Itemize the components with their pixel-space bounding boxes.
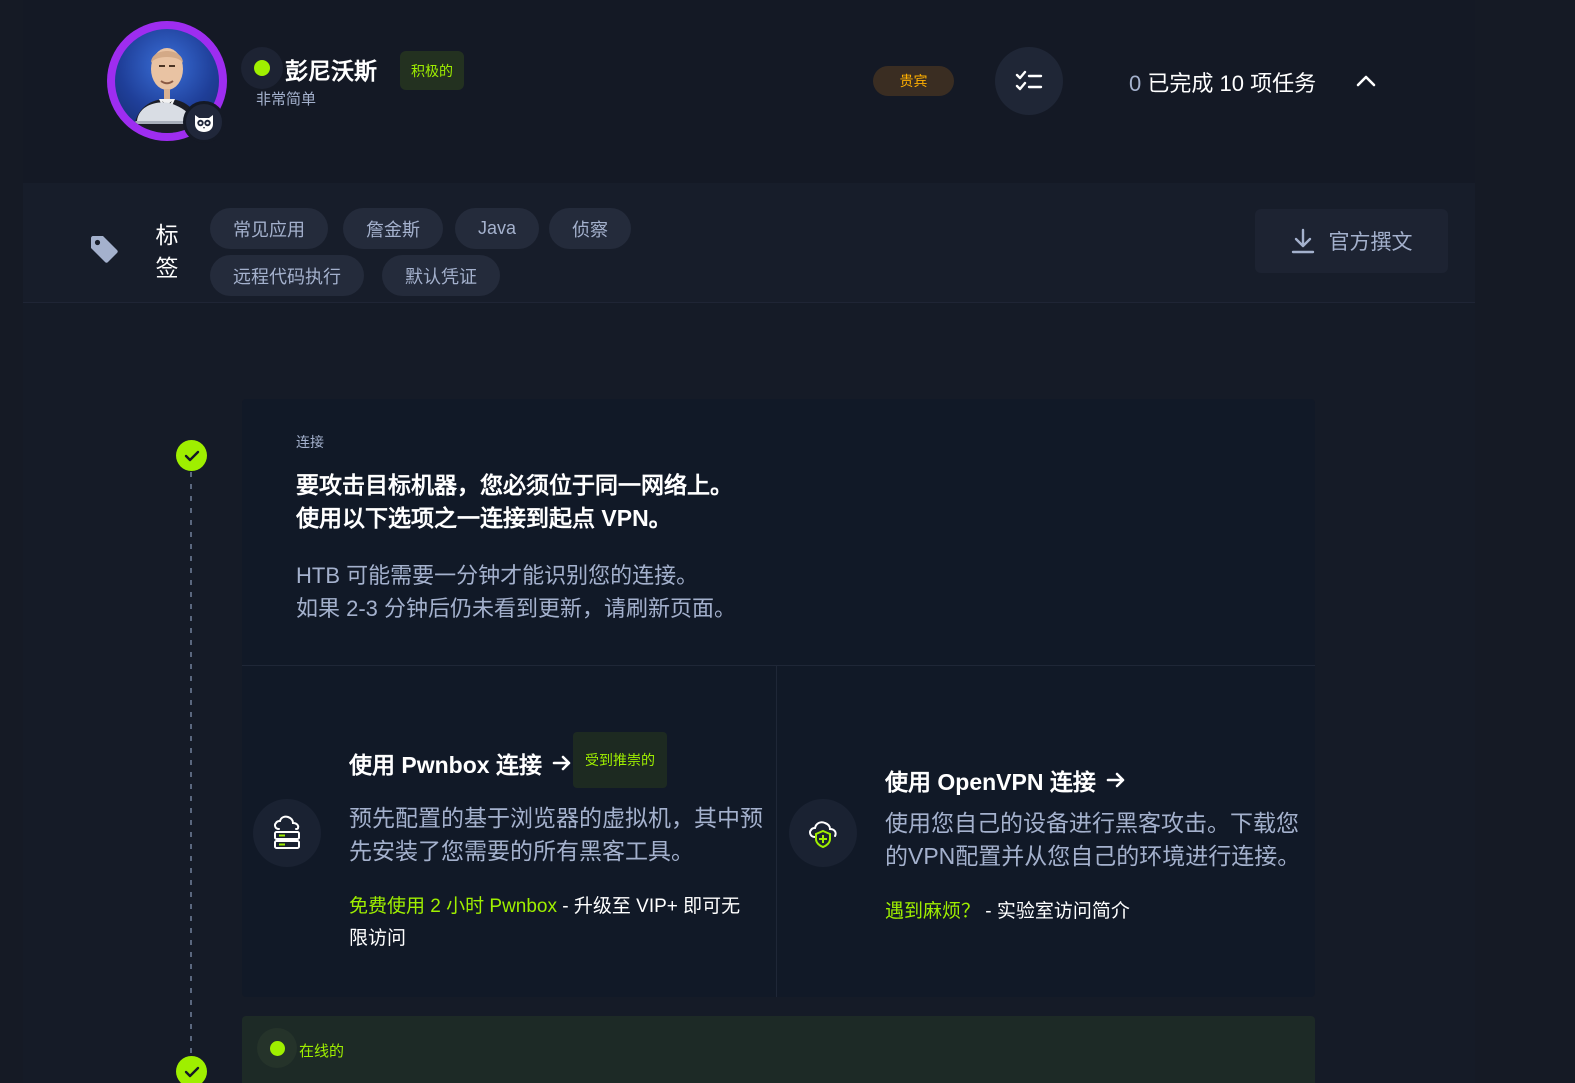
tag-pill[interactable]: 常见应用 [210, 208, 328, 249]
pwnbox-upgrade-text: - 升级至 VIP+ 即可无 [557, 896, 741, 917]
owl-icon [195, 115, 213, 132]
machine-header: 彭尼沃斯 非常简单 积极的 贵宾 0 已完成 10 项任务 [23, 0, 1475, 183]
owl-badge [183, 101, 225, 143]
check-icon [184, 450, 199, 461]
status-dot [254, 60, 270, 76]
official-writeup-label: 官方撰文 [1328, 231, 1413, 254]
status-indicator [241, 47, 283, 89]
lab-access-intro-link[interactable]: - 实验室访问简介 [980, 901, 1130, 922]
tags-row: 标签 常见应用 詹金斯 Java 侦察 远程代码执行 默认凭证 官方撰文 [23, 183, 1475, 303]
pwnbox-description: 预先配置的基于浏览器的虚拟机，其中预 先安装了您需要的所有黑客工具。 [349, 802, 769, 868]
check-icon [184, 1066, 199, 1077]
connect-title: 要攻击目标机器，您必须位于同一网络上。 使用以下选项之一连接到起点 VPN。 [296, 469, 996, 535]
free-pwnbox-link[interactable]: 免费使用 2 小时 Pwnbox [349, 896, 557, 917]
openvpn-note: 遇到麻烦？ - 实验室访问简介 [885, 896, 1305, 928]
openvpn-description: 使用您自己的设备进行黑客攻击。下载您 的VPN配置并从您自己的环境进行连接。 [885, 807, 1305, 873]
pwnbox-connect-label: 使用 Pwnbox 连接 [349, 752, 542, 778]
connect-title-line: 使用以下选项之一连接到起点 VPN。 [296, 505, 672, 531]
vip-badge: 贵宾 [873, 66, 954, 96]
openvpn-option-icon [789, 799, 857, 867]
cloud-server-icon [274, 815, 300, 849]
connect-title-line: 要攻击目标机器，您必须位于同一网络上。 [296, 472, 733, 498]
online-status-label: 在线的 [299, 1043, 345, 1060]
step-complete-indicator [176, 1056, 207, 1083]
openvpn-description-line: 的VPN配置并从您自己的环境进行连接。 [885, 843, 1301, 869]
tag-pill[interactable]: 默认凭证 [382, 255, 500, 296]
pwnbox-description-line: 先安装了您需要的所有黑客工具。 [349, 838, 694, 864]
timeline-line [190, 472, 192, 1057]
page: 彭尼沃斯 非常简单 积极的 贵宾 0 已完成 10 项任务 标签 常见应用 詹金… [23, 0, 1475, 1083]
tag-pill[interactable]: 詹金斯 [343, 208, 443, 249]
openvpn-connect-label: 使用 OpenVPN 连接 [885, 769, 1096, 795]
pwnbox-note: 免费使用 2 小时 Pwnbox - 升级至 VIP+ 即可无 限访问 [349, 891, 769, 955]
online-dot [269, 1040, 285, 1056]
tag-pill[interactable]: Java [455, 208, 540, 249]
connect-card: 连接 要攻击目标机器，您必须位于同一网络上。 使用以下选项之一连接到起点 VPN… [242, 399, 1315, 997]
tag-pill[interactable]: 远程代码执行 [210, 255, 364, 296]
arrow-right-icon [552, 755, 571, 771]
step-complete-indicator [176, 440, 207, 471]
divider [242, 665, 1315, 666]
tags-label: 标签 [155, 222, 179, 281]
recommended-badge: 受到推崇的 [573, 732, 667, 788]
difficulty-label: 非常简单 [256, 91, 317, 108]
status-badge: 积极的 [400, 51, 464, 90]
tasks-completed-count: 0 [1129, 71, 1142, 96]
trouble-link[interactable]: 遇到麻烦？ [885, 901, 980, 922]
connect-description: HTB 可能需要一分钟才能识别您的连接。 如果 2-3 分钟后仍未看到更新，请刷… [296, 559, 996, 625]
chevron-up-icon [1356, 75, 1376, 87]
openvpn-description-line: 使用您自己的设备进行黑客攻击。下载您 [885, 810, 1299, 836]
pwnbox-connect-link[interactable]: 使用 Pwnbox 连接 [349, 746, 572, 780]
arrow-right-icon [1106, 772, 1125, 788]
pwnbox-description-line: 预先配置的基于浏览器的虚拟机，其中预 [349, 805, 763, 831]
connect-description-line: HTB 可能需要一分钟才能识别您的连接。 [296, 563, 699, 588]
tag-icon [91, 236, 118, 263]
pwnbox-upgrade-text: 限访问 [349, 928, 407, 949]
download-icon [1291, 228, 1314, 254]
connect-eyebrow: 连接 [296, 434, 324, 450]
pwnbox-option-icon [253, 799, 321, 867]
machine-name: 彭尼沃斯 [285, 58, 377, 84]
divider [776, 665, 777, 997]
machine-online-card: 在线的 [242, 1016, 1315, 1083]
tasks-button[interactable] [995, 47, 1063, 115]
openvpn-connect-link[interactable]: 使用 OpenVPN 连接 [885, 763, 1126, 797]
checklist-icon [1015, 70, 1043, 91]
official-writeup-button[interactable]: 官方撰文 [1255, 209, 1448, 273]
online-indicator [257, 1028, 297, 1068]
collapse-button[interactable] [1353, 68, 1379, 94]
tag-pill[interactable]: 侦察 [549, 208, 631, 249]
tasks-progress-text: 已完成 10 项任务 [1147, 71, 1317, 96]
connect-description-line: 如果 2-3 分钟后仍未看到更新，请刷新页面。 [296, 596, 737, 621]
tasks-progress: 0 已完成 10 项任务 [1129, 66, 1316, 98]
cloud-shield-icon [809, 821, 837, 849]
